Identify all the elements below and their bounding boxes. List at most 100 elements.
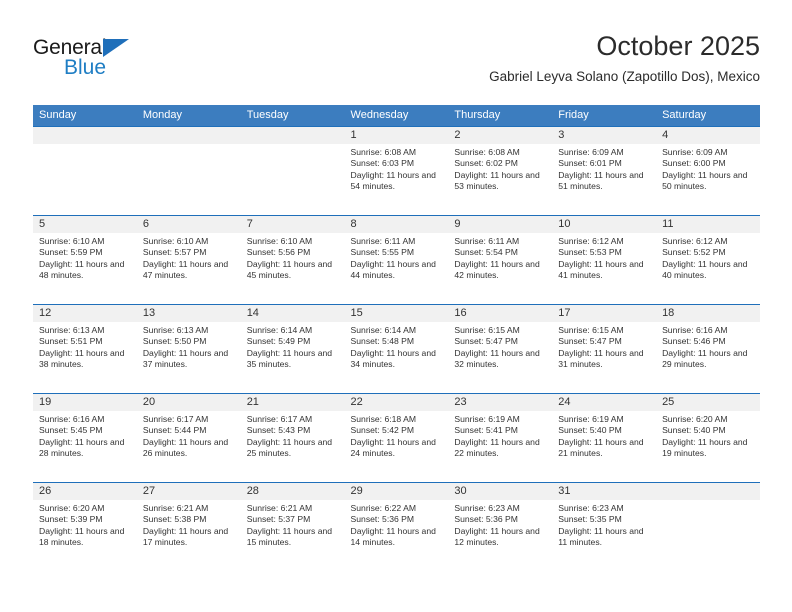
sunrise-text: Sunrise: 6:19 AM <box>558 414 624 424</box>
day-details: Sunrise: 6:10 AM Sunset: 5:56 PM Daylight:… <box>241 233 345 282</box>
day-number: 12 <box>33 305 137 322</box>
calendar-day-cell[interactable]: 6 Sunrise: 6:10 AM Sunset: 5:57 PM Daylight… <box>136 215 241 305</box>
sunset-text: Sunset: 5:55 PM <box>350 247 415 258</box>
sunrise-text: Sunrise: 6:10 AM <box>39 236 105 246</box>
calendar-day-cell[interactable]: 19 Sunrise: 6:16 AM Sunset: 5:45 PM Dayligh… <box>33 393 137 483</box>
day-details: Sunrise: 6:14 AM Sunset: 5:49 PM Daylight:… <box>241 322 345 371</box>
calendar-day-cell[interactable]: 5 Sunrise: 6:10 AM Sunset: 5:59 PM Daylight… <box>33 215 137 305</box>
sunrise-text: Sunrise: 6:09 AM <box>662 147 728 157</box>
calendar-day-cell[interactable]: 15 Sunrise: 6:14 AM Sunset: 5:48 PM Dayligh… <box>344 304 449 394</box>
calendar-day-cell[interactable]: 23 Sunrise: 6:19 AM Sunset: 5:41 PM Dayligh… <box>448 393 553 483</box>
calendar-cell-empty <box>136 126 241 216</box>
weekday-header-wednesday: Wednesday <box>344 105 449 127</box>
sunrise-text: Sunrise: 6:16 AM <box>39 414 105 424</box>
calendar-day-cell[interactable]: 11 Sunrise: 6:12 AM Sunset: 5:52 PM Dayligh… <box>656 215 760 305</box>
sunset-text: Sunset: 5:40 PM <box>662 425 726 436</box>
day-details: Sunrise: 6:12 AM Sunset: 5:52 PM Daylight:… <box>656 233 760 282</box>
daylight-text: Daylight: 11 hours and 44 minutes. <box>350 258 436 281</box>
day-details: Sunrise: 6:20 AM Sunset: 5:40 PM Daylight:… <box>656 411 760 460</box>
daylight-text: Daylight: 11 hours and 45 minutes. <box>246 258 333 281</box>
sunrise-text: Sunrise: 6:17 AM <box>142 414 209 424</box>
generalblue-logo: General Blue <box>33 36 183 84</box>
calendar-day-cell[interactable]: 9 Sunrise: 6:11 AM Sunset: 5:54 PM Daylight… <box>448 215 553 305</box>
daylight-text: Daylight: 11 hours and 34 minutes. <box>350 347 436 370</box>
daylight-text: Daylight: 11 hours and 54 minutes. <box>350 169 436 192</box>
weekday-header-sunday: Sunday <box>33 105 137 127</box>
sunrise-text: Sunrise: 6:18 AM <box>350 414 416 424</box>
daylight-text: Daylight: 11 hours and 51 minutes. <box>558 169 644 192</box>
sunrise-text: Sunrise: 6:21 AM <box>142 503 209 513</box>
sunrise-text: Sunrise: 6:16 AM <box>662 325 728 335</box>
calendar-day-cell[interactable]: 3 Sunrise: 6:09 AM Sunset: 6:01 PM Daylight… <box>552 126 657 216</box>
sunrise-text: Sunrise: 6:20 AM <box>662 414 728 424</box>
daylight-text: Daylight: 11 hours and 35 minutes. <box>246 347 333 370</box>
sunset-text: Sunset: 6:03 PM <box>350 158 415 169</box>
calendar-day-cell[interactable]: 14 Sunrise: 6:14 AM Sunset: 5:49 PM Dayligh… <box>240 304 345 394</box>
calendar-day-cell[interactable]: 4 Sunrise: 6:09 AM Sunset: 6:00 PM Daylight… <box>656 126 760 216</box>
day-number: 6 <box>136 216 241 233</box>
calendar-day-cell[interactable]: 31 Sunrise: 6:23 AM Sunset: 5:35 PM Dayligh… <box>552 482 657 572</box>
day-number <box>136 127 241 144</box>
calendar-day-cell[interactable]: 12 Sunrise: 6:13 AM Sunset: 5:51 PM Dayligh… <box>33 304 137 394</box>
calendar-week-row: 1 Sunrise: 6:08 AM Sunset: 6:03 PM Daylight… <box>33 126 760 216</box>
daylight-text: Daylight: 11 hours and 24 minutes. <box>350 436 436 459</box>
calendar-day-cell[interactable]: 17 Sunrise: 6:15 AM Sunset: 5:47 PM Dayligh… <box>552 304 657 394</box>
sunrise-text: Sunrise: 6:23 AM <box>558 503 624 513</box>
day-number: 4 <box>656 127 760 144</box>
sunset-text: Sunset: 5:47 PM <box>454 336 518 347</box>
day-number: 29 <box>344 483 449 500</box>
calendar-day-cell[interactable]: 24 Sunrise: 6:19 AM Sunset: 5:40 PM Dayligh… <box>552 393 657 483</box>
day-number: 16 <box>448 305 553 322</box>
sunset-text: Sunset: 5:51 PM <box>39 336 103 347</box>
calendar-day-cell[interactable]: 10 Sunrise: 6:12 AM Sunset: 5:53 PM Dayligh… <box>552 215 657 305</box>
day-details: Sunrise: 6:23 AM Sunset: 5:35 PM Daylight:… <box>552 500 656 549</box>
day-number: 20 <box>136 394 241 411</box>
calendar-day-cell[interactable]: 21 Sunrise: 6:17 AM Sunset: 5:43 PM Dayligh… <box>240 393 345 483</box>
sunrise-text: Sunrise: 6:15 AM <box>454 325 520 335</box>
daylight-text: Daylight: 11 hours and 47 minutes. <box>142 258 229 281</box>
calendar-day-cell[interactable]: 1 Sunrise: 6:08 AM Sunset: 6:03 PM Daylight… <box>344 126 449 216</box>
day-details: Sunrise: 6:19 AM Sunset: 5:40 PM Daylight:… <box>552 411 656 460</box>
calendar-day-cell[interactable]: 16 Sunrise: 6:15 AM Sunset: 5:47 PM Dayligh… <box>448 304 553 394</box>
calendar-week-row: 19 Sunrise: 6:16 AM Sunset: 5:45 PM Dayligh… <box>33 393 760 483</box>
daylight-text: Daylight: 11 hours and 42 minutes. <box>454 258 540 281</box>
calendar-day-cell[interactable]: 27 Sunrise: 6:21 AM Sunset: 5:38 PM Dayligh… <box>136 482 241 572</box>
day-number: 9 <box>448 216 553 233</box>
sunrise-text: Sunrise: 6:13 AM <box>142 325 209 335</box>
sunrise-text: Sunrise: 6:12 AM <box>558 236 624 246</box>
sunset-text: Sunset: 5:45 PM <box>39 425 103 436</box>
day-number <box>656 483 760 500</box>
daylight-text: Daylight: 11 hours and 22 minutes. <box>454 436 540 459</box>
calendar-day-cell[interactable]: 22 Sunrise: 6:18 AM Sunset: 5:42 PM Dayligh… <box>344 393 449 483</box>
triangle-icon <box>103 39 129 57</box>
sunrise-text: Sunrise: 6:22 AM <box>350 503 416 513</box>
calendar-day-cell[interactable]: 26 Sunrise: 6:20 AM Sunset: 5:39 PM Dayligh… <box>33 482 137 572</box>
day-number <box>240 127 345 144</box>
calendar-day-cell[interactable]: 13 Sunrise: 6:13 AM Sunset: 5:50 PM Dayligh… <box>136 304 241 394</box>
sunset-text: Sunset: 5:49 PM <box>246 336 311 347</box>
calendar-day-cell[interactable]: 25 Sunrise: 6:20 AM Sunset: 5:40 PM Dayligh… <box>656 393 760 483</box>
daylight-text: Daylight: 11 hours and 29 minutes. <box>662 347 748 370</box>
day-details: Sunrise: 6:10 AM Sunset: 5:57 PM Daylight:… <box>137 233 241 282</box>
day-number: 10 <box>552 216 657 233</box>
calendar-cell-empty <box>656 482 760 572</box>
calendar-day-cell[interactable]: 28 Sunrise: 6:21 AM Sunset: 5:37 PM Dayligh… <box>240 482 345 572</box>
calendar-day-cell[interactable]: 18 Sunrise: 6:16 AM Sunset: 5:46 PM Dayligh… <box>656 304 760 394</box>
day-details: Sunrise: 6:16 AM Sunset: 5:45 PM Daylight:… <box>33 411 137 460</box>
sunrise-text: Sunrise: 6:10 AM <box>246 236 313 246</box>
calendar-day-cell[interactable]: 7 Sunrise: 6:10 AM Sunset: 5:56 PM Daylight… <box>240 215 345 305</box>
day-details: Sunrise: 6:11 AM Sunset: 5:54 PM Daylight:… <box>448 233 552 282</box>
day-details: Sunrise: 6:21 AM Sunset: 5:38 PM Daylight:… <box>137 500 241 549</box>
sunset-text: Sunset: 5:48 PM <box>350 336 415 347</box>
day-number: 27 <box>136 483 241 500</box>
daylight-text: Daylight: 11 hours and 48 minutes. <box>39 258 125 281</box>
calendar-day-cell[interactable]: 2 Sunrise: 6:08 AM Sunset: 6:02 PM Daylight… <box>448 126 553 216</box>
day-number: 19 <box>33 394 137 411</box>
calendar-day-cell[interactable]: 30 Sunrise: 6:23 AM Sunset: 5:36 PM Dayligh… <box>448 482 553 572</box>
day-number: 18 <box>656 305 760 322</box>
calendar-day-cell[interactable]: 29 Sunrise: 6:22 AM Sunset: 5:36 PM Dayligh… <box>344 482 449 572</box>
day-details: Sunrise: 6:17 AM Sunset: 5:44 PM Daylight:… <box>137 411 241 460</box>
calendar-header-row: Sunday Monday Tuesday Wednesday Thursday… <box>33 105 760 127</box>
calendar-day-cell[interactable]: 20 Sunrise: 6:17 AM Sunset: 5:44 PM Dayligh… <box>136 393 241 483</box>
calendar-day-cell[interactable]: 8 Sunrise: 6:11 AM Sunset: 5:55 PM Daylight… <box>344 215 449 305</box>
